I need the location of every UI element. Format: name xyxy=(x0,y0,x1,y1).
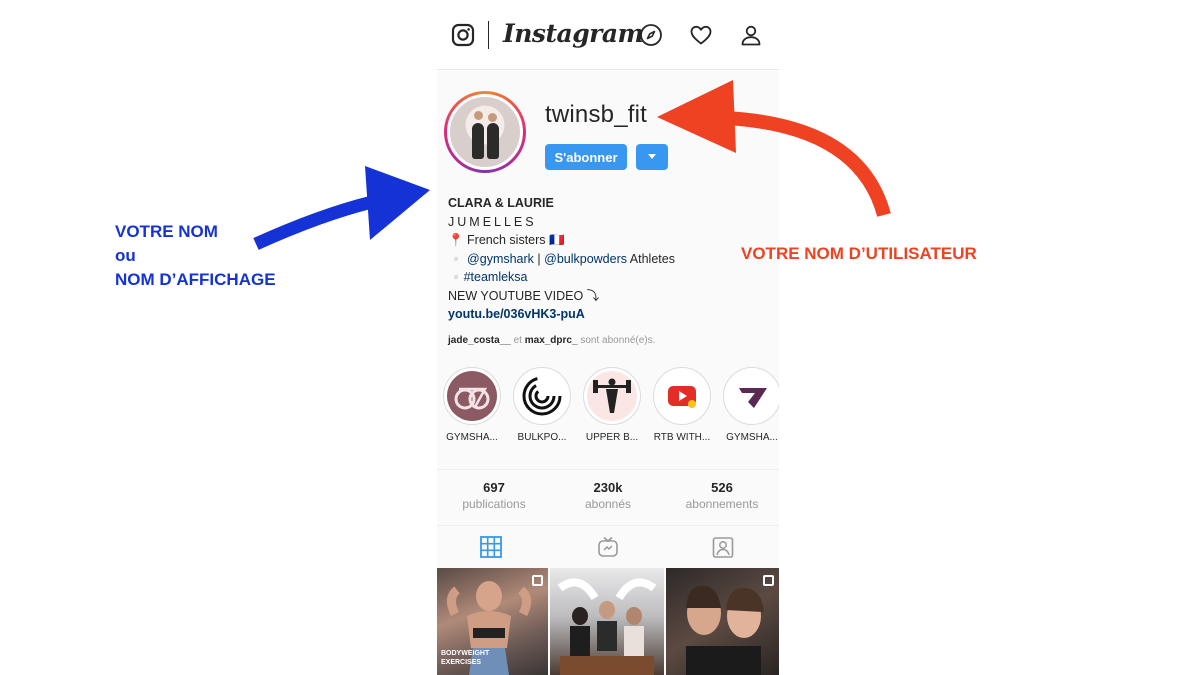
highlight-item[interactable]: GYMSHA... xyxy=(717,367,779,443)
tagged-icon[interactable] xyxy=(711,535,735,559)
highlight-label: BULKPO... xyxy=(517,432,567,443)
igtv-icon[interactable] xyxy=(596,535,620,559)
highlight-circle[interactable] xyxy=(513,367,571,425)
stat-value: 526 xyxy=(711,480,733,495)
heart-icon[interactable] xyxy=(689,23,713,47)
stat-label: abonnements xyxy=(685,497,759,511)
highlight-label: RTB WITH... xyxy=(653,432,711,443)
profile-username: twinsb_fit xyxy=(545,101,648,128)
suggestions-dropdown-button[interactable] xyxy=(636,144,668,170)
compass-icon[interactable] xyxy=(639,23,663,47)
highlight-circle[interactable] xyxy=(723,367,779,425)
photo-grid: BODYWEIGHT EXERCISES xyxy=(437,568,779,675)
bulkpowders-highlight-icon xyxy=(517,371,567,421)
caret-down-icon xyxy=(648,154,656,159)
followed-by-text: jade_costa__ et max_dprc_ sont abonné(e)… xyxy=(448,335,656,346)
grid-photo[interactable] xyxy=(666,568,779,675)
grid-photo[interactable]: BODYWEIGHT EXERCISES xyxy=(437,568,548,675)
stat-value: 230k xyxy=(593,480,623,495)
separator: | xyxy=(533,251,545,266)
multiple-photos-icon xyxy=(532,575,543,586)
blue-arrow xyxy=(253,166,430,250)
bullet-icon: ▫️ xyxy=(448,251,468,266)
stat-label: abonnés xyxy=(584,497,632,511)
bio-line: NEW YOUTUBE VIDEO ⤵ xyxy=(448,288,600,303)
stat-label: publications xyxy=(462,497,526,511)
follower-link[interactable]: jade_costa__ xyxy=(448,335,511,346)
bio-line: 📍 French sisters 🇫🇷 xyxy=(448,233,565,247)
bio-line: JUMELLES xyxy=(448,214,537,229)
dumbbell-figure-icon xyxy=(587,371,637,421)
gymshark-highlight-icon xyxy=(447,371,497,421)
highlight-circle[interactable] xyxy=(443,367,501,425)
mention-link[interactable]: @bulkpowders xyxy=(544,252,627,266)
highlight-label: UPPER B... xyxy=(585,432,639,443)
hashtag-link[interactable]: #teamleksa xyxy=(464,270,528,284)
gymshark-logo-icon xyxy=(727,371,777,421)
username-annotation: VOTRE NOM D’UTILISATEUR xyxy=(741,244,977,263)
avatar-figure-head xyxy=(488,113,497,122)
instagram-logo-icon[interactable] xyxy=(451,23,475,47)
follower-link[interactable]: max_dprc_ xyxy=(525,335,578,346)
mention-link[interactable]: @gymshark xyxy=(467,252,534,266)
nav-divider xyxy=(488,21,489,49)
bio-url-link[interactable]: youtu.be/036vHK3-puA xyxy=(448,305,768,324)
highlight-item[interactable]: UPPER B... xyxy=(577,367,647,443)
profile-tabs xyxy=(437,526,779,568)
youtube-highlight-icon xyxy=(657,371,707,421)
bio-text: Athletes xyxy=(627,251,675,266)
highlight-label: GYMSHA... xyxy=(726,432,778,443)
stat-followers[interactable]: 230k abonnés xyxy=(551,480,665,511)
photo-caption: BODYWEIGHT EXERCISES xyxy=(441,650,490,666)
profile-avatar-ring[interactable] xyxy=(444,91,526,173)
highlight-circle[interactable] xyxy=(653,367,711,425)
display-name: CLARA & LAURIE xyxy=(448,196,554,210)
bullet-icon: ▫️ xyxy=(448,270,464,284)
top-navigation-bar: Instagram xyxy=(437,0,779,70)
avatar-figure-head xyxy=(474,111,483,120)
highlight-circle[interactable] xyxy=(583,367,641,425)
avatar-figure xyxy=(472,123,484,159)
profile-avatar[interactable] xyxy=(447,94,523,170)
stat-publications[interactable]: 697 publications xyxy=(437,480,551,511)
bio-line: ▫️#teamleksa xyxy=(448,268,768,287)
profile-bio: CLARA & LAURIE JUMELLES 📍 French sisters… xyxy=(448,194,768,324)
highlight-item[interactable]: BULKPO... xyxy=(507,367,577,443)
story-highlights: GYMSHA... BULKPO... UPPER B... RTB WITH.… xyxy=(437,367,779,457)
stat-following[interactable]: 526 abonnements xyxy=(665,480,779,511)
stat-value: 697 xyxy=(483,480,505,495)
person-icon[interactable] xyxy=(739,23,763,47)
follow-button[interactable]: S'abonner xyxy=(545,144,627,170)
instagram-wordmark[interactable]: Instagram xyxy=(503,19,644,48)
avatar-figure xyxy=(487,123,499,159)
display-name-annotation: VOTRE NOM ou NOM D’AFFICHAGE xyxy=(115,222,276,289)
grid-icon[interactable] xyxy=(479,535,503,559)
grid-photo[interactable] xyxy=(550,568,664,675)
profile-stats: 697 publications 230k abonnés 526 abonne… xyxy=(437,469,779,526)
multiple-photos-icon xyxy=(763,575,774,586)
highlight-item[interactable]: GYMSHA... xyxy=(437,367,507,443)
bio-line: ▫️ @gymshark | @bulkpowders Athletes xyxy=(448,250,768,269)
highlight-label: GYMSHA... xyxy=(446,432,498,443)
highlight-item[interactable]: RTB WITH... xyxy=(647,367,717,443)
profile-panel: twinsb_fit S'abonner CLARA & LAURIE JUME… xyxy=(437,71,779,675)
